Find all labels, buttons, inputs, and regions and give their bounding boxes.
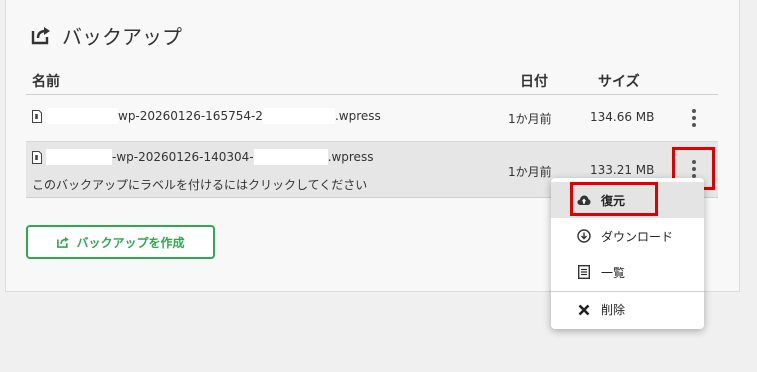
menu-item-download[interactable]: ダウンロード xyxy=(551,218,704,254)
menu-item-list[interactable]: 一覧 xyxy=(551,254,704,290)
export-icon xyxy=(31,27,50,45)
menu-item-delete[interactable]: 削除 xyxy=(551,292,704,327)
backup-filename: wp-20260126-165754-2 .wpress xyxy=(46,108,381,124)
column-header-size: サイズ xyxy=(598,74,640,90)
redacted-block xyxy=(253,149,328,165)
redacted-block xyxy=(46,149,112,165)
create-backup-label: バックアップを作成 xyxy=(76,235,185,250)
backup-size: 134.66 MB xyxy=(590,110,655,124)
panel-title-text: バックアップ xyxy=(62,24,182,49)
menu-item-download-label: ダウンロード xyxy=(601,229,674,244)
download-circle-icon xyxy=(577,229,591,243)
filename-extension: .wpress xyxy=(334,109,381,123)
backup-filename: -wp-20260126-140304- .wpress xyxy=(46,149,373,165)
close-icon xyxy=(577,303,591,317)
menu-item-list-label: 一覧 xyxy=(601,265,626,280)
redacted-block xyxy=(46,108,118,124)
panel-title: バックアップ xyxy=(30,20,182,50)
table-header: 名前 日付 サイズ xyxy=(26,66,718,95)
filename-text: -wp-20260126-140304- xyxy=(112,150,254,164)
file-icon xyxy=(32,151,42,164)
backup-row[interactable]: wp-20260126-165754-2 .wpress 1か月前 134.66… xyxy=(26,94,718,142)
more-options-icon[interactable] xyxy=(684,105,704,131)
backup-size: 133.21 MB xyxy=(590,163,655,177)
filename-text: wp-20260126-165754-2 xyxy=(118,109,263,123)
backup-date: 1か月前 xyxy=(508,165,552,179)
highlight-box-restore xyxy=(570,182,658,216)
column-header-date: 日付 xyxy=(520,74,548,90)
redacted-block xyxy=(262,108,335,124)
file-icon xyxy=(32,110,42,123)
export-icon xyxy=(57,236,70,248)
column-header-name: 名前 xyxy=(32,74,60,90)
list-icon xyxy=(577,265,591,279)
add-label-hint[interactable]: このバックアップにラベルを付けるにはクリックしてください xyxy=(32,176,367,193)
create-backup-button[interactable]: バックアップを作成 xyxy=(26,225,215,259)
menu-item-delete-label: 削除 xyxy=(601,303,626,317)
backup-date: 1か月前 xyxy=(508,112,552,126)
filename-extension: .wpress xyxy=(327,150,374,164)
